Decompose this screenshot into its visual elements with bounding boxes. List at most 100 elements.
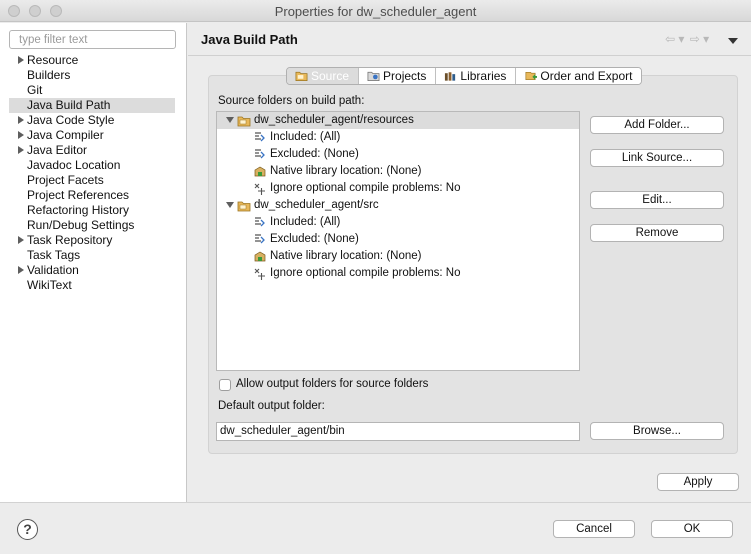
expand-triangle-icon[interactable] (18, 116, 24, 124)
source-attribute-row[interactable]: Native library location: (None) (217, 248, 579, 265)
source-folder-icon (237, 199, 251, 212)
page-title: Java Build Path (201, 32, 298, 47)
sidebar-item-label: Java Build Path (27, 98, 111, 112)
source-attribute-label: Ignore optional compile problems: No (270, 182, 461, 194)
history-navigation: ⇦ ▾ ⇨ ▾ (665, 32, 711, 46)
sidebar-item-git[interactable]: Git (9, 83, 175, 98)
sidebar-item-java-build-path[interactable]: Java Build Path (9, 98, 175, 113)
sidebar-item-label: Builders (27, 68, 71, 82)
sidebar-item-refactoring-history[interactable]: Refactoring History (9, 203, 175, 218)
source-attribute-row[interactable]: Excluded: (None) (217, 231, 579, 248)
sidebar-item-task-repository[interactable]: Task Repository (9, 233, 175, 248)
sidebar-item-resource[interactable]: Resource (9, 53, 175, 68)
tab-projects[interactable]: Projects (359, 68, 437, 84)
back-arrow-icon[interactable]: ⇦ ▾ (665, 32, 684, 46)
sidebar-item-label: Run/Debug Settings (27, 218, 135, 232)
sidebar-item-java-code-style[interactable]: Java Code Style (9, 113, 175, 128)
source-attribute-row[interactable]: Included: (All) (217, 129, 579, 146)
help-icon[interactable]: ? (17, 519, 38, 540)
allow-output-folders-label: Allow output folders for source folders (236, 378, 429, 390)
libraries-icon (444, 70, 457, 82)
collapse-triangle-icon[interactable] (226, 202, 234, 208)
tab-libraries[interactable]: Libraries (436, 68, 517, 84)
sidebar-tree: Resource Builders Git Java Build Path Java C… (9, 53, 175, 293)
sidebar-item-label: Javadoc Location (27, 158, 121, 172)
cancel-button[interactable]: Cancel (553, 520, 635, 538)
expand-triangle-icon[interactable] (18, 56, 24, 64)
allow-output-folders-checkbox[interactable] (219, 379, 231, 391)
source-folder-icon (295, 70, 308, 82)
sidebar-item-label: Refactoring History (27, 203, 130, 217)
ok-button[interactable]: OK (651, 520, 733, 538)
source-folder-icon (237, 114, 251, 127)
expand-triangle-icon[interactable] (18, 236, 24, 244)
filter-input[interactable] (9, 30, 176, 49)
remove-button[interactable]: Remove (590, 224, 724, 242)
projects-icon (367, 70, 380, 82)
source-attribute-row[interactable]: Native library location: (None) (217, 163, 579, 180)
sidebar-item-label: Project Facets (27, 173, 104, 187)
source-folder-name: dw_scheduler_agent/resources (254, 114, 414, 126)
native-library-icon (253, 250, 267, 263)
forward-arrow-icon[interactable]: ⇨ ▾ (690, 32, 709, 46)
source-attribute-label: Included: (All) (270, 216, 341, 228)
filter-icon (253, 216, 267, 229)
sidebar-item-label: Task Tags (27, 248, 81, 262)
sidebar-item-label: Resource (27, 53, 79, 67)
browse-button[interactable]: Browse... (590, 422, 724, 440)
filter-icon (253, 148, 267, 161)
sidebar-item-label: Project References (27, 188, 130, 202)
default-output-folder-label: Default output folder: (218, 400, 325, 412)
order-export-icon (524, 70, 538, 82)
sidebar-item-javadoc-location[interactable]: Javadoc Location (9, 158, 175, 173)
sidebar-item-project-references[interactable]: Project References (9, 188, 175, 203)
default-output-folder-field[interactable]: dw_scheduler_agent/bin (216, 422, 580, 441)
window-title: Properties for dw_scheduler_agent (274, 4, 477, 19)
source-folders-label: Source folders on build path: (218, 95, 365, 107)
header-divider (188, 55, 751, 56)
sidebar-item-label: Java Editor (27, 143, 88, 157)
tab-label: Projects (383, 69, 427, 83)
filter-icon (253, 233, 267, 246)
sidebar-item-builders[interactable]: Builders (9, 68, 175, 83)
sidebar-item-java-compiler[interactable]: Java Compiler (9, 128, 175, 143)
sidebar-item-project-facets[interactable]: Project Facets (9, 173, 175, 188)
expand-triangle-icon[interactable] (18, 146, 24, 154)
link-source-button[interactable]: Link Source... (590, 149, 724, 167)
source-attribute-row[interactable]: Excluded: (None) (217, 146, 579, 163)
source-attribute-label: Native library location: (None) (270, 250, 422, 262)
sidebar-item-label: WikiText (27, 278, 72, 292)
source-folder-name: dw_scheduler_agent/src (254, 199, 379, 211)
add-folder-button[interactable]: Add Folder... (590, 116, 724, 134)
sidebar-item-task-tags[interactable]: Task Tags (9, 248, 175, 263)
dialog-footer: ? Cancel OK (0, 502, 751, 554)
source-attribute-row[interactable]: Ignore optional compile problems: No (217, 180, 579, 197)
sidebar-item-label: Java Compiler (27, 128, 104, 142)
apply-button[interactable]: Apply (657, 473, 739, 491)
source-attribute-label: Ignore optional compile problems: No (270, 267, 461, 279)
tab-source[interactable]: Source (287, 68, 360, 84)
sidebar-item-validation[interactable]: Validation (9, 263, 175, 278)
sidebar-item-java-editor[interactable]: Java Editor (9, 143, 175, 158)
native-library-icon (253, 165, 267, 178)
sidebar-item-label: Java Code Style (27, 113, 115, 127)
title-bar: Properties for dw_scheduler_agent (0, 0, 751, 22)
source-attribute-label: Included: (All) (270, 131, 341, 143)
source-folder-row[interactable]: dw_scheduler_agent/resources (217, 112, 579, 129)
expand-triangle-icon[interactable] (18, 131, 24, 139)
source-attribute-row[interactable]: Included: (All) (217, 214, 579, 231)
tab-order-and-export[interactable]: Order and Export (516, 68, 642, 84)
source-folders-tree[interactable]: dw_scheduler_agent/resources Included: (A… (216, 111, 580, 371)
tab-bar: Source Projects Libraries Order and Export (286, 67, 643, 85)
properties-page: Java Build Path ⇦ ▾ ⇨ ▾ Source Projects Li… (188, 23, 751, 502)
view-menu-icon[interactable] (728, 38, 738, 44)
source-attribute-row[interactable]: Ignore optional compile problems: No (217, 265, 579, 282)
sidebar-item-wikitext[interactable]: WikiText (9, 278, 175, 293)
preferences-sidebar: ResourceBuildersGitJava Build PathJava C… (0, 23, 187, 502)
edit-button[interactable]: Edit... (590, 191, 724, 209)
collapse-triangle-icon[interactable] (226, 117, 234, 123)
expand-triangle-icon[interactable] (18, 266, 24, 274)
sidebar-item-run-debug-settings[interactable]: Run/Debug Settings (9, 218, 175, 233)
source-folder-row[interactable]: dw_scheduler_agent/src (217, 197, 579, 214)
warning-settings-icon (253, 267, 267, 280)
